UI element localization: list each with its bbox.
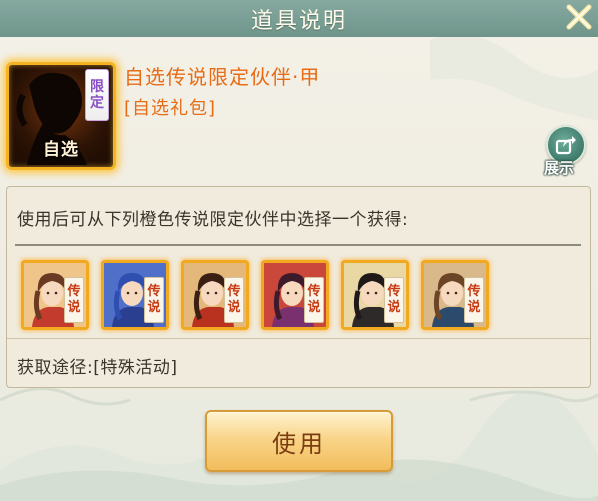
show-button-label: 展示	[544, 159, 575, 177]
close-icon	[566, 4, 592, 30]
legend-tag: 传说	[64, 277, 84, 323]
source-divider	[7, 338, 590, 339]
share-icon	[555, 136, 576, 155]
item-name: 自选传说限定伙伴·甲	[124, 65, 321, 89]
legend-tag-char: 传	[467, 284, 481, 299]
item-type: [自选礼包]	[124, 98, 217, 119]
title-bar: 道具说明	[0, 0, 598, 37]
limited-tag-char-1: 限	[90, 79, 104, 95]
partner-card[interactable]: 传说	[21, 260, 89, 330]
partner-card[interactable]: 传说	[341, 260, 409, 330]
description-text: 使用后可从下列橙色传说限定伙伴中选择一个获得:	[17, 210, 409, 230]
item-icon: 限 定 自选	[6, 62, 116, 170]
source-text: 获取途径:[特殊活动]	[17, 358, 178, 378]
legend-tag-char: 传	[227, 284, 241, 299]
divider	[15, 244, 581, 246]
limited-tag-char-2: 定	[90, 95, 104, 111]
legend-tag-char: 传	[387, 284, 401, 299]
selectable-label: 自选	[43, 140, 79, 160]
legend-tag-char: 说	[307, 300, 321, 315]
legend-tag: 传说	[304, 277, 324, 323]
legend-tag-char: 传	[147, 284, 161, 299]
legend-tag: 传说	[464, 277, 484, 323]
partner-list: 传说传说传说传说传说传说	[21, 260, 581, 332]
close-button[interactable]	[562, 0, 596, 34]
partner-card[interactable]: 传说	[261, 260, 329, 330]
partner-card[interactable]: 传说	[101, 260, 169, 330]
window-title: 道具说明	[250, 8, 347, 34]
partner-card[interactable]: 传说	[421, 260, 489, 330]
legend-tag: 传说	[144, 277, 164, 323]
legend-tag-char: 传	[67, 284, 81, 299]
partner-card[interactable]: 传说	[181, 260, 249, 330]
legend-tag-char: 传	[307, 284, 321, 299]
show-button[interactable]: 展示	[542, 125, 588, 181]
legend-tag: 传说	[384, 277, 404, 323]
legend-tag: 传说	[224, 277, 244, 323]
legend-tag-char: 说	[387, 300, 401, 315]
legend-tag-char: 说	[147, 300, 161, 315]
legend-tag-char: 说	[227, 300, 241, 315]
legend-tag-char: 说	[467, 300, 481, 315]
use-button-label: 使用	[272, 429, 326, 458]
use-button[interactable]: 使用	[205, 410, 393, 472]
legend-tag-char: 说	[67, 300, 81, 315]
description-panel: 使用后可从下列橙色传说限定伙伴中选择一个获得: 传说传说传说传说传说传说 获取途…	[6, 186, 591, 388]
limited-tag: 限 定	[85, 69, 109, 121]
